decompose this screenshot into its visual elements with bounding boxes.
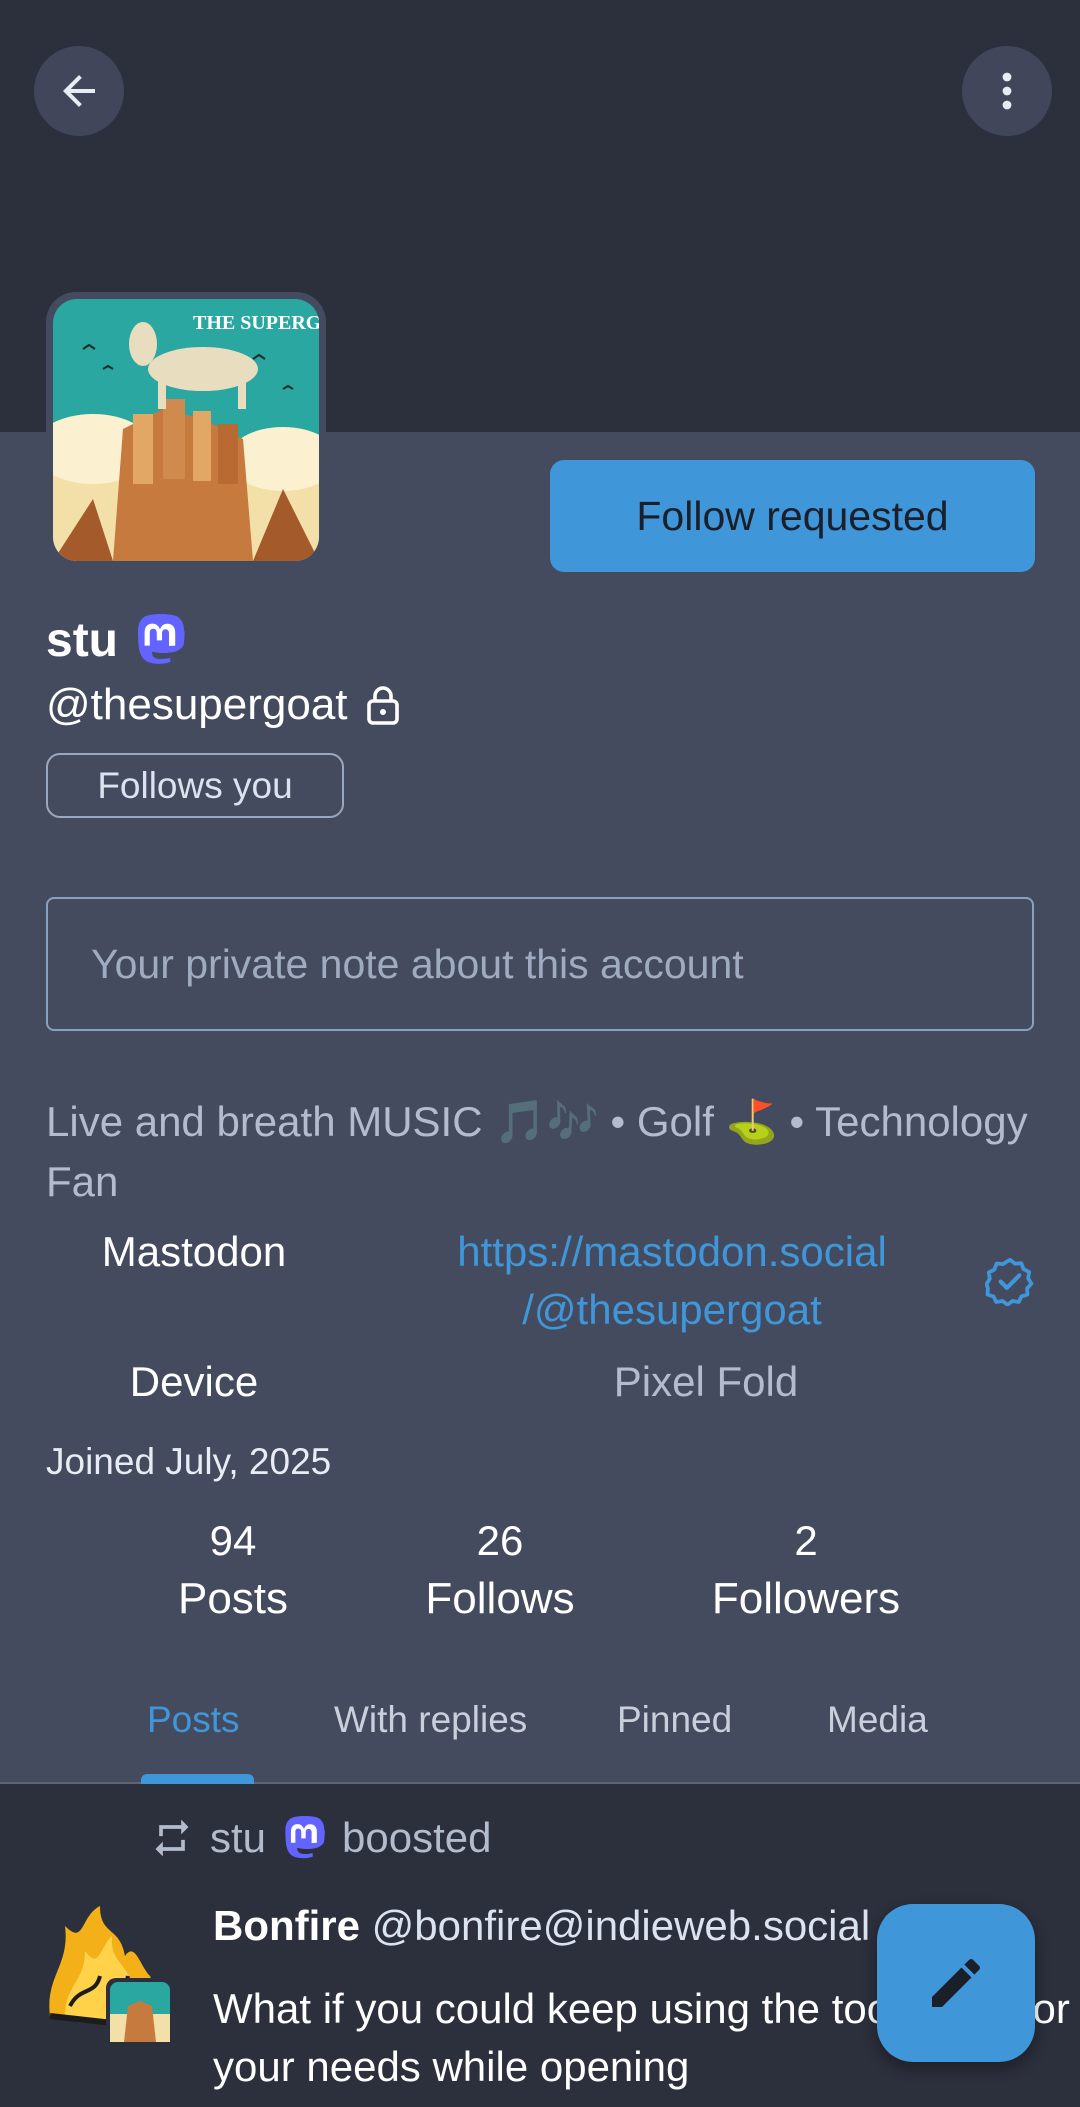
- mastodon-logo-icon: [285, 1816, 325, 1859]
- post-author-handle[interactable]: @bonfire@indieweb.social: [372, 1902, 871, 1949]
- field-value-mastodon-link[interactable]: https://mastodon.social /@thesupergoat: [372, 1223, 972, 1339]
- private-note-input[interactable]: [91, 940, 1032, 988]
- boost-action-label: boosted: [342, 1814, 492, 1861]
- follows-you-badge: Follows you: [46, 753, 344, 818]
- active-tab-indicator: [141, 1774, 254, 1784]
- more-vert-icon: [1002, 72, 1012, 110]
- avatar-image: THE SUPERGOAT: [53, 299, 319, 561]
- tab-media[interactable]: Media: [827, 1686, 928, 1754]
- follow-requested-button[interactable]: Follow requested: [550, 460, 1035, 572]
- stat-posts-label: Posts: [177, 1574, 289, 1623]
- display-name-row: stu: [46, 612, 186, 668]
- arrow-back-icon: [63, 75, 95, 107]
- post-header: Bonfire @bonfire@indieweb.social 1h: [213, 1902, 929, 1950]
- stat-followers[interactable]: 2 Followers: [686, 1515, 926, 1631]
- profile-tabs: Posts With replies Pinned Media: [0, 1686, 1080, 1784]
- post-author-name[interactable]: Bonfire: [213, 1902, 360, 1949]
- lock-icon: [366, 686, 399, 725]
- avatar-title-text: THE SUPERGOAT: [193, 312, 319, 334]
- stat-follows[interactable]: 26 Follows: [380, 1515, 620, 1631]
- back-button[interactable]: [34, 46, 124, 136]
- joined-date: Joined July, 2025: [46, 1441, 332, 1482]
- handle-row: @thesupergoat: [46, 680, 400, 730]
- boost-info-row: stu boosted: [150, 1814, 492, 1862]
- field-value-device: Pixel Fold: [613, 1358, 799, 1405]
- profile-avatar[interactable]: THE SUPERGOAT: [46, 292, 326, 568]
- tab-with-replies[interactable]: With replies: [334, 1686, 527, 1754]
- stat-followers-label: Followers: [711, 1574, 901, 1623]
- mastodon-logo-icon: [138, 614, 185, 664]
- stat-posts-count: 94: [209, 1517, 257, 1564]
- stat-follows-count: 26: [476, 1517, 524, 1564]
- display-name: stu: [46, 613, 118, 667]
- edit-icon: [932, 1958, 981, 2007]
- more-options-button[interactable]: [962, 46, 1052, 136]
- stat-follows-label: Follows: [425, 1574, 575, 1623]
- boost-icon: [155, 1819, 189, 1857]
- booster-name[interactable]: stu: [210, 1814, 266, 1862]
- verified-check-icon: [985, 1257, 1034, 1306]
- field-link-line2: /@thesupergoat: [522, 1286, 822, 1333]
- account-handle: @thesupergoat: [46, 680, 348, 729]
- field-label-device: Device: [129, 1358, 259, 1405]
- tab-posts[interactable]: Posts: [147, 1686, 240, 1754]
- tab-pinned[interactable]: Pinned: [617, 1686, 732, 1754]
- field-label-mastodon: Mastodon: [101, 1228, 287, 1275]
- compose-button[interactable]: [877, 1904, 1035, 2062]
- stat-posts[interactable]: 94 Posts: [113, 1515, 353, 1631]
- post-author-avatar[interactable]: [40, 1906, 176, 2046]
- field-link-line1: https://mastodon.social: [457, 1228, 887, 1275]
- private-note-field[interactable]: [46, 897, 1034, 1031]
- stat-followers-count: 2: [794, 1517, 818, 1564]
- profile-bio: Live and breath MUSIC 🎵🎶 • Golf ⛳ • Tech…: [46, 1098, 1028, 1205]
